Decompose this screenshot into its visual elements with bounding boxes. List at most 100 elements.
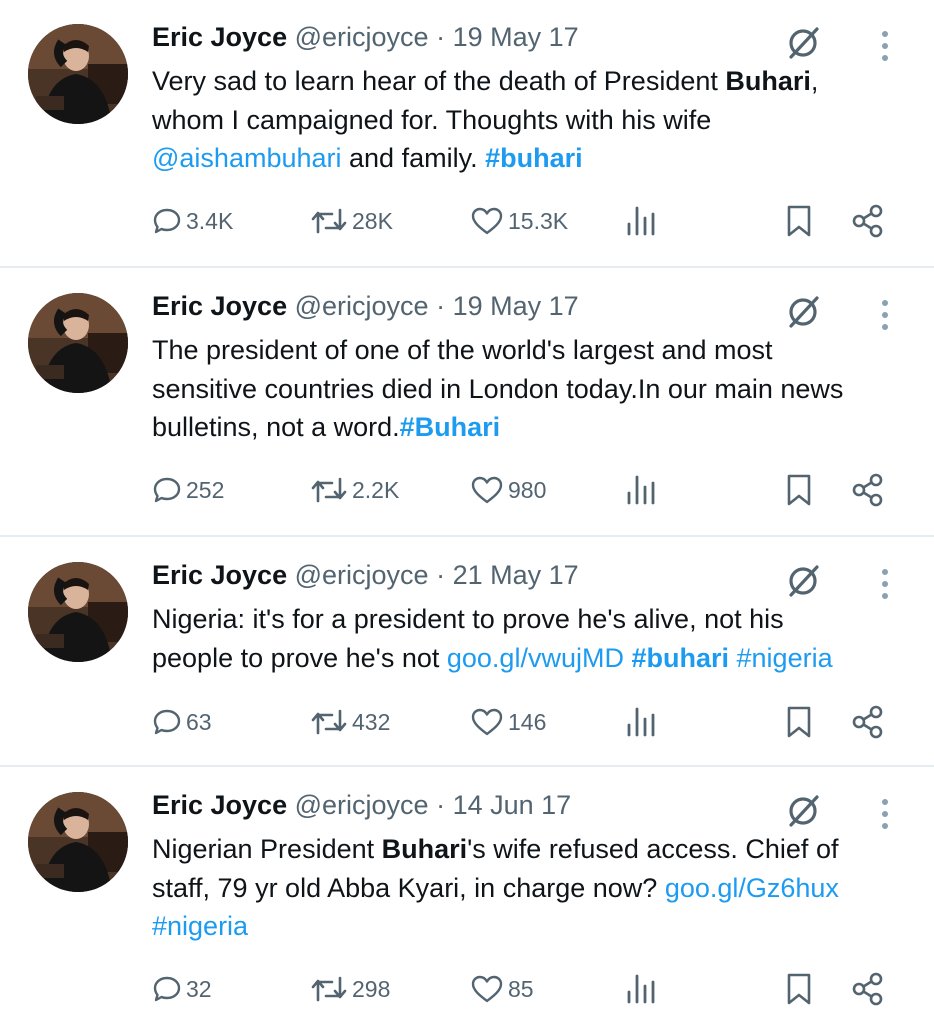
share-button[interactable]	[850, 702, 886, 742]
retweet-button[interactable]: 298	[310, 969, 390, 1009]
tweet-header: Eric Joyce @ericjoyce · 14 Jun 17	[152, 790, 571, 821]
views-icon	[627, 475, 655, 505]
views-icon	[627, 206, 655, 236]
reply-button[interactable]: 3.4K	[152, 201, 233, 241]
share-icon	[852, 473, 883, 507]
author-handle[interactable]: @ericjoyce	[295, 790, 429, 820]
more-icon[interactable]	[876, 796, 894, 832]
tweet-divider	[0, 266, 934, 268]
bookmark-button[interactable]	[784, 969, 814, 1009]
share-button[interactable]	[850, 201, 886, 241]
share-button[interactable]	[850, 470, 886, 510]
author-handle[interactable]: @ericjoyce	[295, 291, 429, 321]
avatar[interactable]	[28, 293, 128, 393]
like-button[interactable]: 85	[470, 969, 534, 1009]
bookmark-button[interactable]	[784, 702, 814, 742]
like-icon	[471, 476, 503, 504]
views-button[interactable]	[624, 702, 658, 742]
like-count: 146	[508, 708, 547, 735]
avatar[interactable]	[28, 792, 128, 892]
bookmark-button[interactable]	[784, 470, 814, 510]
bookmark-icon	[787, 205, 811, 237]
grok-icon[interactable]	[782, 790, 824, 832]
tweet-text-segment: Nigeria: it's for a president to prove h…	[152, 604, 784, 634]
separator-dot: ·	[436, 790, 446, 820]
author-handle[interactable]: @ericjoyce	[295, 22, 429, 52]
like-button[interactable]: 146	[470, 702, 546, 742]
like-icon	[471, 975, 503, 1003]
reply-button[interactable]: 63	[152, 702, 212, 742]
tweet-text-segment	[729, 643, 737, 673]
separator-dot: ·	[436, 22, 446, 52]
retweet-count: 2.2K	[352, 476, 400, 503]
author-name[interactable]: Eric Joyce	[152, 790, 287, 820]
like-button[interactable]: 980	[470, 470, 546, 510]
reply-button[interactable]: 252	[152, 470, 224, 510]
views-button[interactable]	[624, 201, 658, 241]
separator-dot: ·	[436, 560, 446, 590]
tweet-text-segment: sensitive countries died in London today…	[152, 373, 844, 404]
retweet-button[interactable]: 2.2K	[310, 470, 399, 510]
tweet-text-segment: Very sad to learn hear of the death of P…	[152, 66, 726, 96]
more-icon[interactable]	[876, 297, 894, 333]
tweet-text-segment: staff, 79 yr old Abba Kyari, in charge n…	[152, 872, 665, 903]
share-icon	[852, 204, 883, 238]
author-name[interactable]: Eric Joyce	[152, 291, 287, 321]
like-count: 980	[508, 476, 547, 503]
views-button[interactable]	[624, 969, 658, 1009]
bookmark-button[interactable]	[784, 201, 814, 241]
bookmark-icon	[787, 973, 811, 1005]
tweet-link[interactable]: #nigeria	[152, 911, 248, 941]
tweet-text-segment: The president of one of the world's larg…	[152, 335, 773, 365]
retweet-button[interactable]: 28K	[310, 201, 393, 241]
tweet-header: Eric Joyce @ericjoyce · 19 May 17	[152, 291, 579, 322]
tweet-date[interactable]: 21 May 17	[453, 560, 579, 590]
share-button[interactable]	[850, 969, 886, 1009]
more-icon[interactable]	[876, 28, 894, 64]
retweet-icon	[311, 208, 347, 234]
hashtag-link[interactable]: #buhari	[631, 643, 729, 673]
author-handle[interactable]: @ericjoyce	[295, 560, 429, 590]
tweet-link[interactable]: goo.gl/Gz6hux	[665, 873, 839, 903]
tweet-date[interactable]: 19 May 17	[453, 291, 579, 321]
reply-count: 252	[186, 476, 225, 503]
avatar[interactable]	[28, 562, 128, 662]
like-count: 85	[508, 975, 534, 1002]
bold-text: Buhari	[381, 834, 468, 864]
tweet-link[interactable]: #nigeria	[737, 643, 833, 673]
tweet-text-segment: bulletins, not a word.	[152, 412, 400, 442]
like-icon	[471, 207, 503, 235]
tweet-date[interactable]: 19 May 17	[453, 22, 579, 52]
hashtag-link[interactable]: #Buhari	[400, 412, 501, 442]
reply-icon	[153, 976, 181, 1002]
tweet-date[interactable]: 14 Jun 17	[453, 790, 572, 820]
retweet-count: 298	[352, 975, 391, 1002]
author-name[interactable]: Eric Joyce	[152, 22, 287, 52]
reply-button[interactable]: 32	[152, 969, 212, 1009]
like-button[interactable]: 15.3K	[470, 201, 568, 241]
tweet-link[interactable]: @aishambuhari	[152, 143, 342, 173]
reply-count: 63	[186, 708, 212, 735]
tweet-text: Very sad to learn hear of the death of P…	[152, 62, 912, 178]
grok-icon[interactable]	[782, 560, 824, 602]
hashtag-link[interactable]: #buhari	[485, 143, 583, 173]
tweet-text-segment: Nigerian President	[152, 834, 382, 864]
grok-icon[interactable]	[782, 22, 824, 64]
tweet-link[interactable]: goo.gl/vwujMD	[447, 643, 624, 673]
grok-icon[interactable]	[782, 291, 824, 333]
action-bar: 252 2.2K 980	[0, 470, 934, 510]
tweet-divider	[0, 535, 934, 537]
retweet-icon	[311, 976, 347, 1002]
retweet-icon	[311, 709, 347, 735]
more-icon[interactable]	[876, 566, 894, 602]
views-icon	[627, 707, 655, 737]
reply-count: 3.4K	[186, 207, 234, 234]
avatar[interactable]	[28, 24, 128, 124]
bookmark-icon	[787, 706, 811, 738]
retweet-count: 432	[352, 708, 391, 735]
retweet-button[interactable]: 432	[310, 702, 390, 742]
views-button[interactable]	[624, 470, 658, 510]
author-name[interactable]: Eric Joyce	[152, 560, 287, 590]
reply-count: 32	[186, 975, 212, 1002]
reply-icon	[153, 477, 181, 503]
